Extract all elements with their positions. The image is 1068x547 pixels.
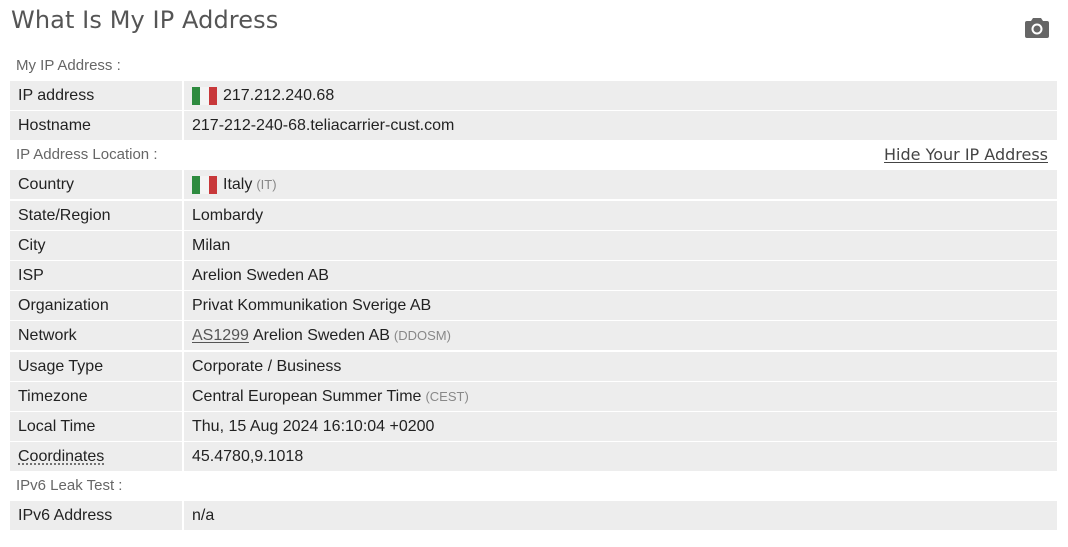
italy-flag-icon [192, 86, 217, 105]
table-row-hostname: Hostname 217-212-240-68.teliacarrier-cus… [10, 111, 1057, 141]
row-key: Timezone [10, 381, 184, 411]
row-key: IPv6 Address [10, 501, 184, 531]
usage-value: Corporate / Business [192, 357, 342, 375]
row-key: Usage Type [10, 351, 184, 381]
row-value: Central European Summer Time (CEST) [184, 382, 469, 411]
row-key: ISP [10, 260, 184, 290]
row-key: Local Time [10, 411, 184, 441]
section-location: IP Address Location : Hide Your IP Addre… [10, 141, 1057, 170]
as-number-link[interactable]: AS1299 [192, 321, 249, 350]
section-label: IP Address Location : [16, 146, 158, 164]
section-label: IPv6 Leak Test : [16, 477, 123, 495]
row-key: IP address [10, 81, 184, 110]
hide-ip-link[interactable]: Hide Your IP Address [884, 145, 1048, 164]
ipv6-value: n/a [192, 507, 215, 525]
table-row-state: State/Region Lombardy [10, 200, 1057, 230]
table-row-network: Network AS1299 Arelion Sweden AB (DDOSM) [10, 321, 1057, 351]
timezone-value: Central European Summer Time [192, 387, 422, 405]
table-row-city: City Milan [10, 230, 1057, 260]
state-value: Lombardy [192, 206, 264, 224]
table-row-usage-type: Usage Type Corporate / Business [10, 351, 1057, 381]
row-value: AS1299 Arelion Sweden AB (DDOSM) [184, 321, 451, 350]
row-key: Coordinates [10, 442, 184, 472]
network-value: Arelion Sweden AB [252, 327, 390, 345]
country-value: Italy [223, 176, 253, 194]
timezone-code: (CEST) [425, 388, 469, 404]
section-label: My IP Address : [16, 57, 121, 74]
hostname-value: 217-212-240-68.teliacarrier-cust.com [192, 117, 455, 135]
row-key: State/Region [10, 200, 184, 230]
coordinates-label[interactable]: Coordinates [18, 448, 104, 465]
table-row-ip: IP address 217.212.240.68 [10, 81, 1057, 110]
organization-value: Privat Kommunikation Sverige AB [192, 297, 432, 315]
isp-value: Arelion Sweden AB [192, 266, 329, 284]
section-my-ip: My IP Address : [10, 52, 1057, 81]
row-key: Network [10, 321, 184, 351]
table-row-timezone: Timezone Central European Summer Time (C… [10, 381, 1057, 411]
row-key: Hostname [10, 111, 184, 141]
network-code: (DDOSM) [393, 328, 451, 344]
table-row-isp: ISP Arelion Sweden AB [10, 260, 1057, 290]
row-value: 217.212.240.68 [184, 81, 334, 110]
row-key: Country [10, 170, 184, 200]
table-row-organization: Organization Privat Kommunikation Sverig… [10, 291, 1057, 321]
table-row-country: Country Italy (IT) [10, 170, 1057, 200]
local-time-value: Thu, 15 Aug 2024 16:10:04 +0200 [192, 417, 435, 435]
city-value: Milan [192, 236, 231, 254]
camera-icon[interactable] [1025, 16, 1049, 38]
row-key: City [10, 230, 184, 260]
table-row-ipv6: IPv6 Address n/a [10, 501, 1057, 531]
table-row-local-time: Local Time Thu, 15 Aug 2024 16:10:04 +02… [10, 411, 1057, 441]
country-code: (IT) [256, 177, 277, 193]
italy-flag-icon [192, 175, 217, 194]
table-row-coordinates: Coordinates 45.4780,9.1018 [10, 442, 1057, 472]
section-ipv6: IPv6 Leak Test : [10, 472, 1057, 501]
page-title: What Is My IP Address [11, 6, 279, 34]
row-key: Organization [10, 291, 184, 321]
ip-value: 217.212.240.68 [223, 87, 335, 104]
row-value: Italy (IT) [184, 170, 277, 199]
ip-info-panel: My IP Address : IP address 217.212.240.6… [10, 52, 1057, 531]
coordinates-value: 45.4780,9.1018 [192, 448, 304, 466]
